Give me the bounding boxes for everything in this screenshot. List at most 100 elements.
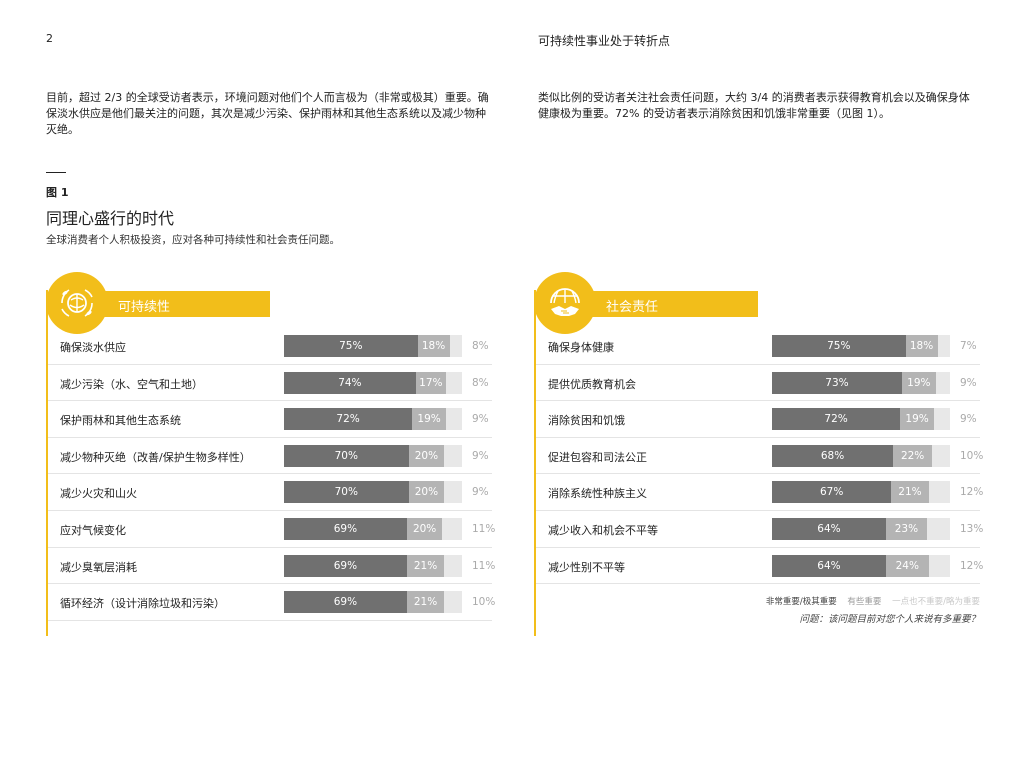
value-not-important: 7%: [960, 340, 977, 352]
chart-legend: 非常重要/极其重要 有些重要 一点也不重要/略为重要: [758, 595, 980, 607]
legend-very-important: 非常重要/极其重要: [765, 597, 837, 607]
chart-row: 减少物种灭绝（改善/保护生物多样性） 70% 20% 9%: [48, 438, 492, 475]
stacked-bar: 64% 23%: [772, 517, 950, 540]
category-label: 消除贫困和饥饿: [548, 414, 625, 428]
chart-row: 提供优质教育机会 73% 19% 9%: [536, 365, 980, 402]
stacked-bar: 73% 19%: [772, 371, 950, 394]
chart-row: 减少性别不平等 64% 24% 12%: [536, 548, 984, 585]
running-head: 可持续性事业处于转折点: [538, 34, 671, 48]
stacked-bar: 75% 18%: [772, 335, 950, 357]
bar-segment-somewhat-important: 17%: [415, 371, 446, 394]
survey-question: 问题：该问题目前对您个人来说有多重要？: [799, 614, 980, 625]
bar-segment-somewhat-important: 18%: [905, 335, 938, 357]
bar-segment-very-important: 72%: [284, 408, 413, 431]
stacked-bar: 69% 20%: [284, 517, 462, 540]
bar-segment-very-important: 68%: [772, 444, 894, 467]
value-not-important: 12%: [960, 559, 984, 572]
bar-segment-very-important: 69%: [284, 517, 407, 540]
bar-segment-very-important: 64%: [772, 517, 886, 540]
bar-segment-very-important: 74%: [284, 371, 416, 394]
bar-segment-somewhat-important: 21%: [406, 554, 445, 577]
category-label: 确保淡水供应: [60, 341, 126, 354]
bar-segment-very-important: 73%: [772, 371, 902, 394]
chart-row: 减少收入和机会不平等 64% 23% 13%: [536, 511, 984, 548]
category-label: 消除系统性种族主义: [548, 487, 647, 501]
legend-not-important: 一点也不重要/略为重要: [892, 597, 980, 607]
value-not-important: 11%: [472, 522, 496, 535]
value-not-important: 13%: [960, 522, 984, 535]
stacked-bar: 70% 20%: [284, 444, 462, 467]
value-not-important: 11%: [472, 559, 496, 572]
chart-row: 循环经济（设计消除垃圾和污染） 69% 21% 10%: [48, 584, 496, 621]
social-rows: 确保身体健康 75% 18% 7% 提供优质教育机会 73% 19% 9% 消除贫困和饥饿 72%…: [536, 328, 984, 585]
category-label: 促进包容和司法公正: [548, 450, 647, 464]
chart-row: 消除贫困和饥饿 72% 19% 9%: [536, 401, 980, 438]
chart-row: 消除系统性种族主义 67% 21% 12%: [536, 474, 984, 511]
value-not-important: 9%: [472, 413, 489, 426]
category-label: 减少污染（水、空气和土地）: [60, 377, 203, 391]
value-not-important: 9%: [960, 376, 977, 389]
bar-segment-very-important: 72%: [772, 408, 901, 431]
value-not-important: 9%: [960, 413, 977, 426]
intro-paragraph-left: 目前，超过 2/3 的全球受访者表示，环境问题对他们个人而言极为（非常或极其）重…: [46, 91, 489, 136]
bar-segment-very-important: 75%: [284, 335, 418, 357]
bar-segment-somewhat-important: 20%: [406, 517, 443, 540]
bar-segment-somewhat-important: 19%: [901, 371, 936, 394]
bar-segment-somewhat-important: 21%: [891, 481, 929, 504]
value-not-important: 9%: [472, 449, 489, 462]
category-label: 减少物种灭绝（改善/保护生物多样性）: [60, 450, 251, 464]
bar-segment-somewhat-important: 22%: [893, 444, 933, 467]
value-not-important: 12%: [960, 486, 984, 499]
bar-segment-somewhat-important: 18%: [417, 335, 450, 357]
figure-subtitle: 全球消费者个人积极投资，应对各种可持续性和社会责任问题。: [46, 234, 340, 246]
bar-segment-very-important: 75%: [772, 335, 906, 357]
bar-segment-somewhat-important: 24%: [885, 554, 929, 577]
category-label: 确保身体健康: [548, 341, 614, 354]
sustainability-rows: 确保淡水供应 75% 18% 8% 减少污染（水、空气和土地） 74% 17% 8% 保护雨林和…: [48, 328, 496, 621]
intro-paragraph-right: 类似比例的受访者关注社会责任问题，大约 3/4 的消费者表示获得教育机会以及确保…: [538, 91, 970, 120]
value-not-important: 8%: [472, 376, 489, 389]
category-label: 减少性别不平等: [548, 560, 625, 574]
bar-segment-very-important: 69%: [284, 554, 407, 577]
bar-segment-very-important: 69%: [284, 591, 407, 614]
bar-segment-very-important: 70%: [284, 481, 409, 504]
stacked-bar: 72% 19%: [284, 408, 462, 431]
figure-label: 图 1: [46, 186, 69, 199]
stacked-bar: 70% 20%: [284, 481, 462, 504]
stacked-bar: 68% 22%: [772, 444, 950, 467]
panel-title: 可持续性: [118, 300, 171, 315]
category-label: 减少收入和机会不平等: [548, 523, 658, 537]
value-not-important: 9%: [472, 486, 489, 499]
category-label: 减少火灾和山火: [60, 487, 137, 501]
bar-segment-very-important: 67%: [772, 481, 892, 504]
category-label: 循环经济（设计消除垃圾和污染）: [60, 597, 225, 611]
bar-segment-somewhat-important: 20%: [408, 444, 445, 467]
chart-row: 应对气候变化 69% 20% 11%: [48, 511, 496, 548]
globe-leaves-icon: [46, 272, 108, 334]
chart-row: 减少臭氧层消耗 69% 21% 11%: [48, 548, 496, 585]
stacked-bar: 69% 21%: [284, 554, 462, 577]
category-label: 保护雨林和其他生态系统: [60, 414, 181, 428]
bar-segment-somewhat-important: 20%: [408, 481, 445, 504]
bar-segment-somewhat-important: 23%: [885, 517, 927, 540]
category-label: 减少臭氧层消耗: [60, 560, 137, 574]
chart-row: 保护雨林和其他生态系统 72% 19% 9%: [48, 401, 492, 438]
page-number: 2: [46, 32, 53, 45]
chart-row: 确保淡水供应 75% 18% 8%: [48, 328, 492, 365]
stacked-bar: 69% 21%: [284, 591, 462, 614]
value-not-important: 8%: [472, 340, 489, 352]
stacked-bar: 67% 21%: [772, 481, 950, 504]
bar-segment-very-important: 70%: [284, 444, 409, 467]
chart-row: 促进包容和司法公正 68% 22% 10%: [536, 438, 983, 475]
stacked-bar: 64% 24%: [772, 554, 950, 577]
stacked-bar: 72% 19%: [772, 408, 950, 431]
stacked-bar: 75% 18%: [284, 335, 462, 357]
legend-somewhat-important: 有些重要: [847, 597, 882, 607]
chart-row: 减少污染（水、空气和土地） 74% 17% 8%: [48, 365, 492, 402]
globe-handshake-icon: [534, 272, 596, 334]
value-not-important: 10%: [472, 596, 496, 609]
chart-row: 减少火灾和山火 70% 20% 9%: [48, 474, 492, 511]
figure-rule: [46, 172, 66, 173]
bar-segment-somewhat-important: 19%: [412, 408, 446, 431]
stacked-bar: 74% 17%: [284, 371, 462, 394]
